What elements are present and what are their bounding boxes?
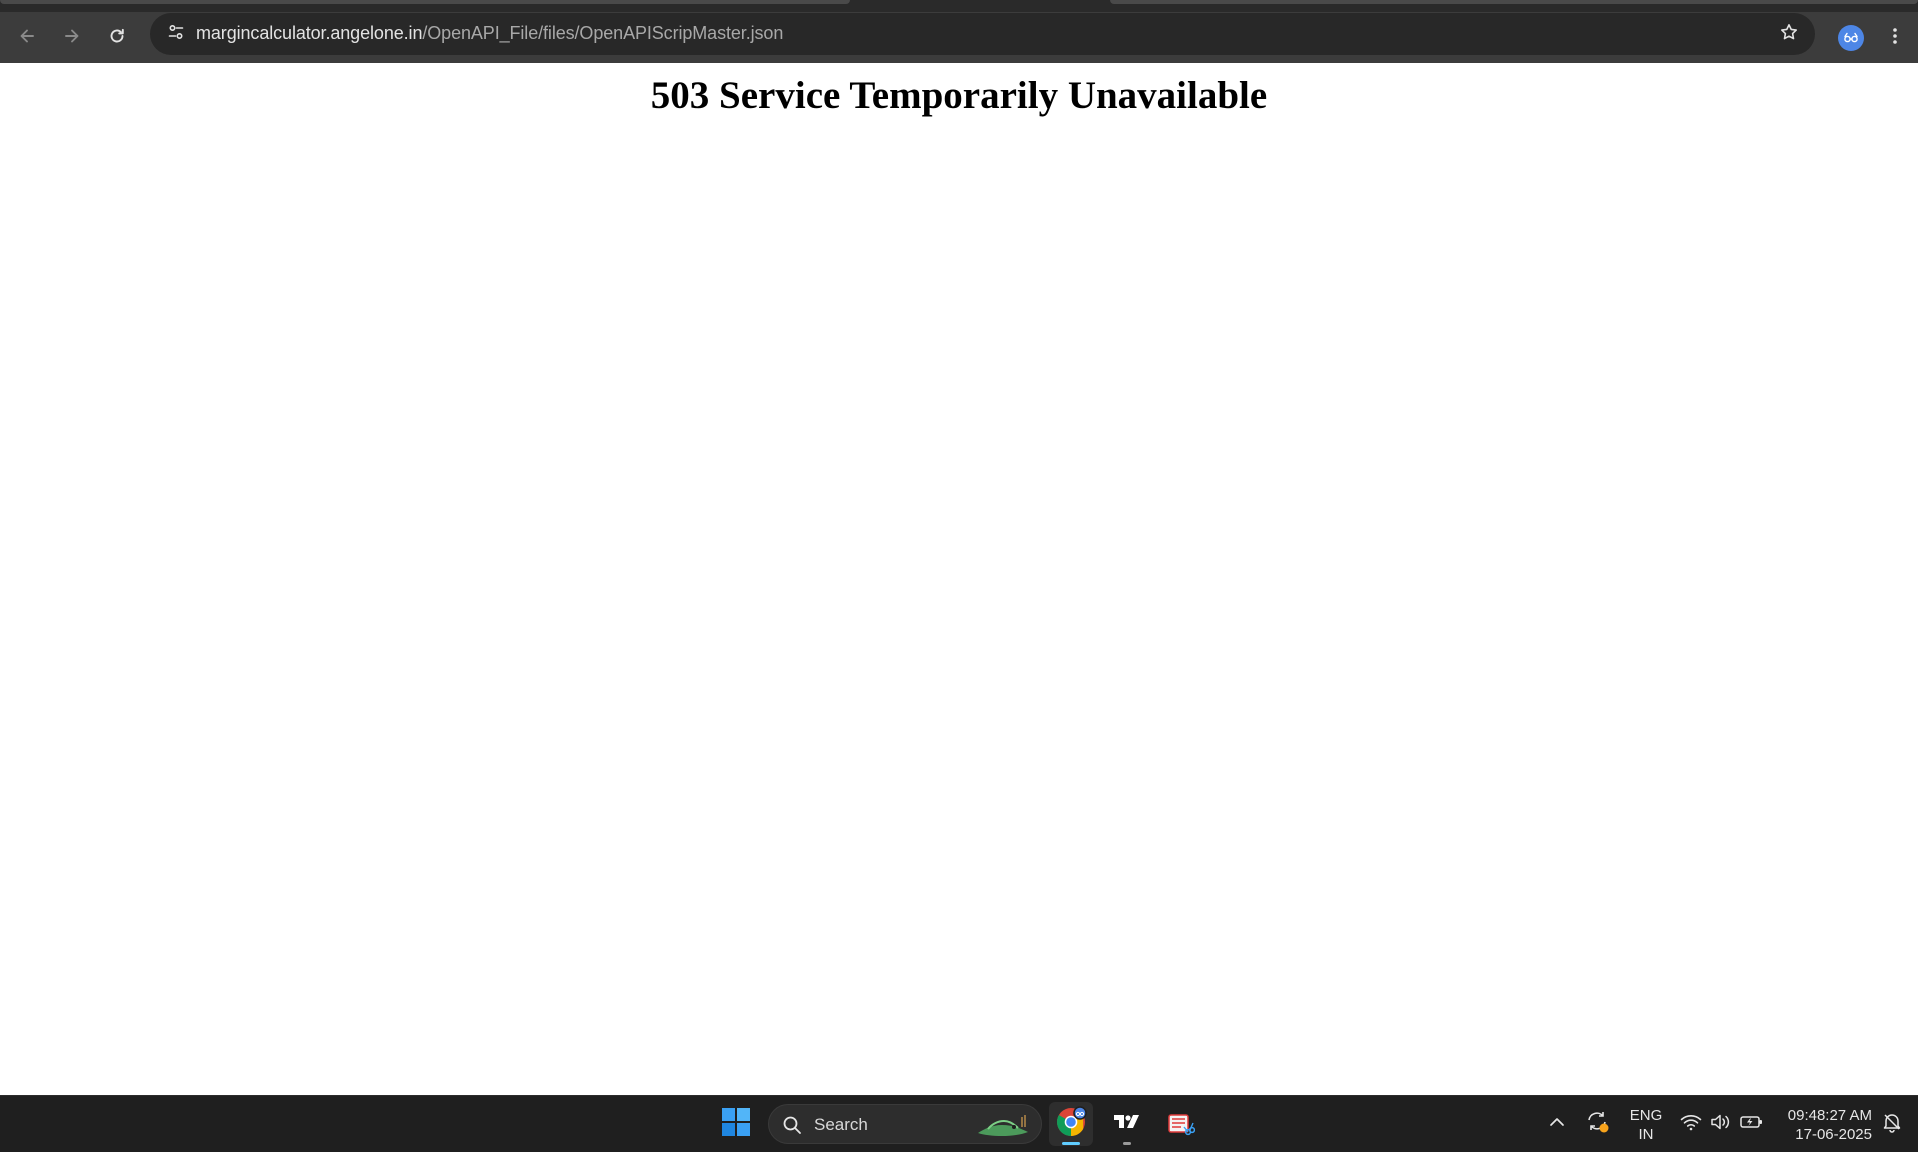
taskbar-tradingview[interactable] (1105, 1102, 1149, 1146)
profile-button[interactable] (1832, 19, 1870, 57)
battery-button[interactable] (1738, 1110, 1766, 1138)
language-code: ENG (1629, 1107, 1663, 1124)
address-bar[interactable]: margincalculator.angelone.in/OpenAPI_Fil… (150, 13, 1815, 55)
reload-icon (107, 26, 127, 51)
kebab-menu-icon (1892, 26, 1898, 51)
site-info-button[interactable] (160, 18, 192, 50)
search-label: Search (814, 1115, 868, 1134)
speaker-icon (1710, 1113, 1732, 1136)
screen: margincalculator.angelone.in/OpenAPI_Fil… (0, 0, 1918, 1152)
language-region: IN (1638, 1126, 1654, 1143)
url-text[interactable]: margincalculator.angelone.in/OpenAPI_Fil… (196, 23, 783, 44)
network-button[interactable] (1678, 1110, 1704, 1138)
star-icon (1779, 22, 1799, 47)
forward-button[interactable] (54, 20, 90, 56)
tab-strip (0, 0, 1918, 12)
sync-status-button[interactable] (1582, 1108, 1612, 1138)
tradingview-icon (1113, 1112, 1141, 1137)
reload-button[interactable] (99, 20, 135, 56)
arrow-left-icon (17, 26, 37, 51)
clock-time: 09:48:27 AM (1787, 1107, 1872, 1124)
taskbar-search[interactable]: Search (768, 1104, 1042, 1144)
windows-taskbar: Search ENG IN 09:48:27 AM 17-06-2025 (0, 1095, 1918, 1152)
chrome-icon (1055, 1105, 1087, 1143)
clock-date: 17-06-2025 (1795, 1126, 1872, 1143)
notification-bell-icon (1881, 1111, 1903, 1138)
browser-menu-button[interactable] (1876, 19, 1914, 57)
snipping-tool-icon (1165, 1107, 1196, 1142)
sync-icon (1584, 1108, 1610, 1139)
tab-edge[interactable] (1110, 0, 1918, 4)
browser-toolbar: margincalculator.angelone.in/OpenAPI_Fil… (0, 12, 1918, 63)
search-highlight-icon (973, 1111, 1033, 1139)
browser-chrome: margincalculator.angelone.in/OpenAPI_Fil… (0, 0, 1918, 63)
search-icon (781, 1114, 803, 1136)
bookmark-button[interactable] (1773, 18, 1805, 50)
url-path: /OpenAPI_File/files/OpenAPIScripMaster.j… (422, 23, 784, 43)
tune-icon (166, 22, 186, 47)
tab-edge[interactable] (0, 0, 850, 4)
error-heading: 503 Service Temporarily Unavailable (650, 74, 1268, 117)
notification-center-button[interactable] (1878, 1110, 1906, 1138)
arrow-right-icon (62, 26, 82, 51)
show-hidden-icons-button[interactable] (1544, 1110, 1570, 1138)
battery-charging-icon (1740, 1114, 1764, 1135)
taskbar-snipping-tool[interactable] (1158, 1102, 1202, 1146)
avatar-icon (1838, 25, 1864, 51)
back-button[interactable] (9, 20, 45, 56)
start-button[interactable] (714, 1102, 758, 1146)
active-indicator (1062, 1142, 1080, 1145)
volume-button[interactable] (1708, 1110, 1734, 1138)
url-host: margincalculator.angelone.in (196, 23, 423, 43)
taskbar-chrome[interactable] (1049, 1102, 1093, 1146)
input-language-indicator[interactable]: ENG IN (1622, 1106, 1670, 1144)
wifi-icon (1680, 1113, 1702, 1136)
running-indicator (1123, 1142, 1131, 1145)
windows-start-icon (721, 1107, 751, 1142)
clock[interactable]: 09:48:27 AM 17-06-2025 (1776, 1106, 1872, 1144)
chevron-up-icon (1549, 1115, 1565, 1133)
page-content: 503 Service Temporarily Unavailable (0, 63, 1918, 1095)
